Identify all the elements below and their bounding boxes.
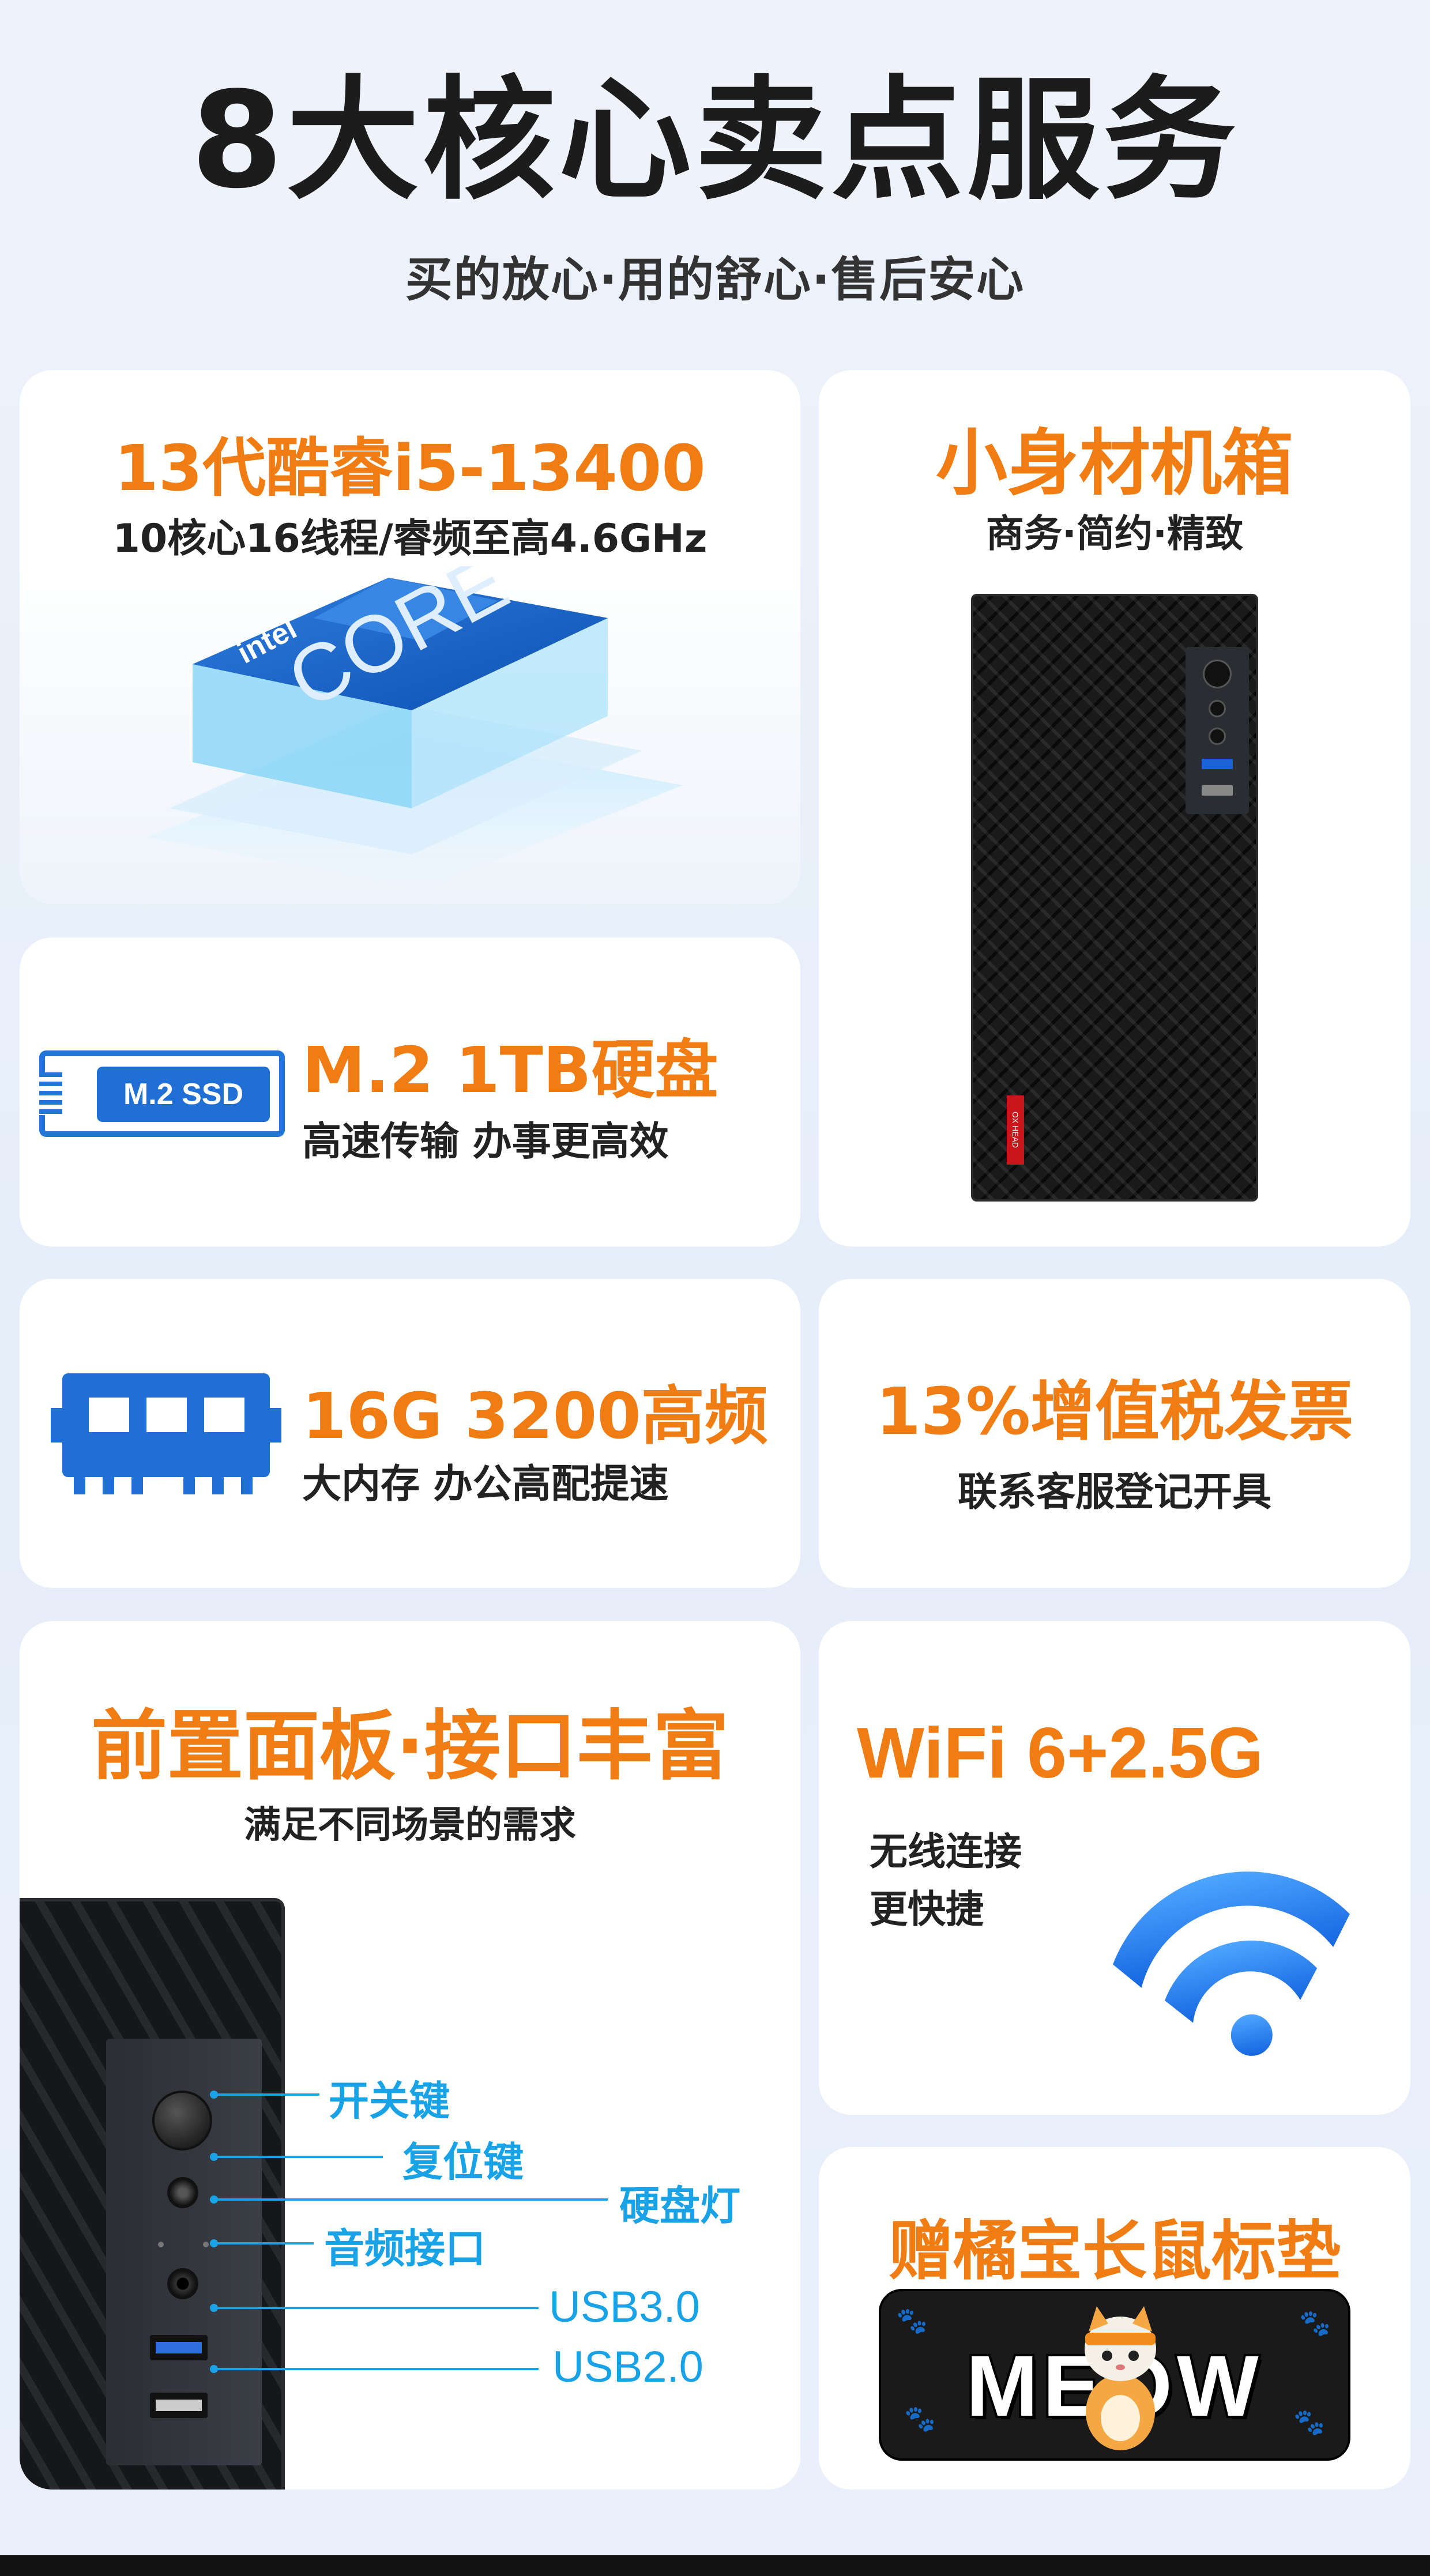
invoice-detail: 联系客服登记开具 <box>957 1470 1271 1515</box>
hdd-led-icon <box>158 2242 164 2247</box>
invoice-card: 13%增值税发票 联系客服登记开具 <box>819 1279 1410 1588</box>
wifi-icon <box>1113 1871 1350 2056</box>
ssd-card: M.2 SSD M.2 1TB硬盘 高速传输 办事更高效 <box>20 937 800 1246</box>
callout-reset: 复位键 <box>402 2138 524 2186</box>
ssd-connector <box>39 1072 62 1115</box>
paw-icon: 🐾 <box>1299 2308 1331 2338</box>
ram-pin <box>183 1471 195 1494</box>
callout-line <box>216 2198 608 2201</box>
wifi-card: WiFi 6+2.5G 无线连接 更快捷 <box>819 1621 1410 2115</box>
front-panel-card: 前置面板·接口丰富 满足不同场景的需求 开关键 复位键 硬盘灯 音频接口 USB… <box>20 1621 800 2490</box>
ram-side-tab <box>268 1408 281 1443</box>
power-button-icon <box>152 2091 212 2151</box>
usb2-port-icon <box>1202 785 1233 796</box>
callout-line <box>216 2093 319 2096</box>
ssd-detail: 高速传输 办事更高效 <box>302 1119 669 1165</box>
callout-usb2: USB2.0 <box>552 2342 703 2392</box>
cpu-card: 13代酷睿i5-13400 10核心16线程/睿频至高4.6GHz intel … <box>20 370 800 904</box>
callout-hdd-led: 硬盘灯 <box>619 2182 740 2229</box>
ram-pin <box>103 1471 114 1494</box>
case-detail: 商务·简约·精致 <box>985 511 1244 556</box>
ram-body <box>62 1373 270 1477</box>
reset-button-icon <box>167 2177 198 2208</box>
usb3-port-icon <box>150 2335 208 2360</box>
front-io-panel <box>106 2039 262 2465</box>
tower-front-io <box>1186 647 1249 814</box>
wifi-line-2: 更快捷 <box>870 1887 984 1931</box>
callout-line <box>216 2242 314 2244</box>
ram-headline: 16G 3200高频 <box>302 1379 768 1453</box>
callout-line <box>216 2156 383 2158</box>
mousepad-card: 赠橘宝长鼠标垫 🐾 🐾 🐾 🐾 MEOW <box>819 2147 1410 2490</box>
paw-icon: 🐾 <box>896 2306 928 2336</box>
power-button-icon <box>1203 660 1232 688</box>
ram-pin <box>74 1471 85 1494</box>
pc-tower-image: OX HEAD <box>971 594 1258 1202</box>
ram-pin <box>131 1471 143 1494</box>
page-title: 8大核心卖点服务 <box>190 64 1240 218</box>
memory-module-icon <box>51 1373 281 1494</box>
bottom-bar <box>0 2555 1430 2576</box>
usb2-port-icon <box>150 2393 208 2418</box>
invoice-headline: 13%增值税发票 <box>875 1374 1354 1449</box>
mousepad-image: 🐾 🐾 🐾 🐾 MEOW <box>879 2289 1350 2461</box>
front-headline: 前置面板·接口丰富 <box>91 1702 729 1791</box>
ssd-label: M.2 SSD <box>97 1067 270 1122</box>
brand-badge: OX HEAD <box>1007 1095 1024 1165</box>
intel-core-chip-icon: intel CORE <box>146 566 683 889</box>
ram-card: 16G 3200高频 大内存 办公高配提速 <box>20 1279 800 1588</box>
ssd-headline: M.2 1TB硬盘 <box>302 1033 718 1107</box>
m2-ssd-icon: M.2 SSD <box>39 1050 285 1137</box>
usb3-port-icon <box>1202 759 1233 769</box>
callout-line <box>216 2307 539 2309</box>
cpu-headline: 13代酷睿i5-13400 <box>114 431 706 505</box>
cat-mascot-icon <box>1085 2306 1156 2450</box>
front-detail: 满足不同场景的需求 <box>244 1804 576 1847</box>
case-card: 小身材机箱 商务·简约·精致 OX HEAD <box>819 370 1410 1246</box>
callout-line <box>216 2368 539 2370</box>
ram-pin <box>212 1471 224 1494</box>
wifi-line-1: 无线连接 <box>870 1829 1022 1874</box>
front-case-image <box>20 1898 285 2490</box>
mousepad-headline: 赠橘宝长鼠标垫 <box>889 2214 1341 2289</box>
callout-power: 开关键 <box>329 2077 450 2125</box>
ram-detail: 大内存 办公高配提速 <box>302 1462 669 1507</box>
case-headline: 小身材机箱 <box>935 422 1293 505</box>
callout-usb3: USB3.0 <box>549 2283 700 2332</box>
page-subtitle: 买的放心·用的舒心·售后安心 <box>405 253 1025 307</box>
audio-jack-icon <box>1209 728 1226 745</box>
audio-jack-icon <box>167 2268 198 2299</box>
hdd-led-icon <box>203 2242 209 2247</box>
reset-button-icon <box>1209 700 1226 717</box>
wifi-headline: WiFi 6+2.5G <box>857 1713 1264 1793</box>
ram-pin <box>241 1471 253 1494</box>
ram-chip <box>89 1398 129 1432</box>
ram-side-tab <box>51 1408 65 1443</box>
callout-audio: 音频接口 <box>324 2225 486 2272</box>
ram-chip <box>146 1398 187 1432</box>
cpu-detail: 10核心16线程/睿频至高4.6GHz <box>112 516 708 562</box>
ram-chip <box>204 1398 244 1432</box>
